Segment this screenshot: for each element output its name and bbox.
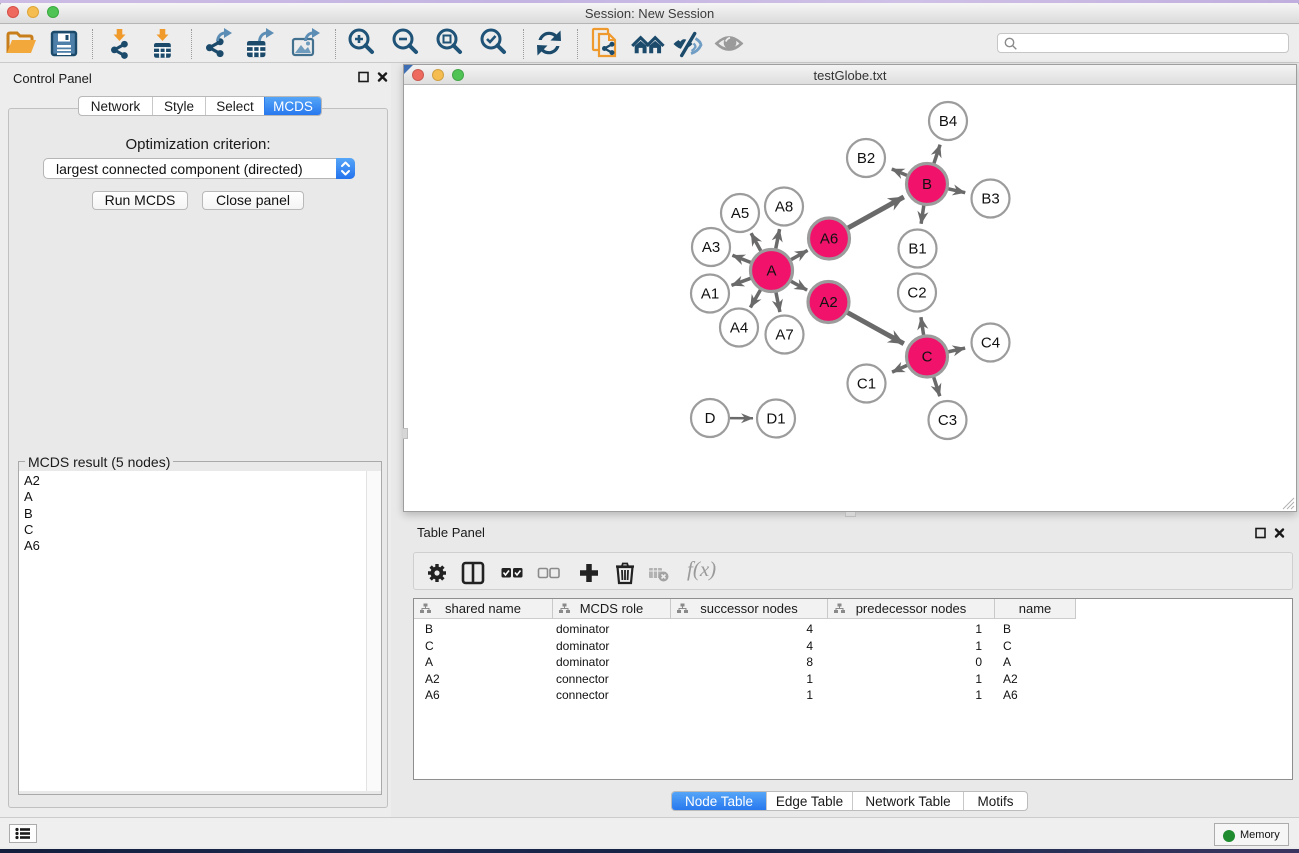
- svg-text:C3: C3: [938, 412, 957, 429]
- svg-text:B: B: [922, 176, 932, 193]
- svg-text:A1: A1: [701, 286, 719, 303]
- svg-text:A7: A7: [775, 327, 793, 344]
- svg-text:B2: B2: [857, 150, 875, 167]
- svg-text:B4: B4: [939, 113, 957, 130]
- svg-text:A5: A5: [731, 205, 749, 222]
- svg-text:D: D: [705, 410, 716, 427]
- svg-text:A3: A3: [702, 239, 720, 256]
- svg-text:B3: B3: [981, 191, 999, 208]
- svg-text:A: A: [766, 263, 776, 280]
- svg-text:B1: B1: [908, 241, 926, 258]
- svg-text:D1: D1: [766, 411, 785, 428]
- svg-text:C2: C2: [907, 285, 926, 302]
- svg-text:A8: A8: [775, 199, 793, 216]
- svg-text:C4: C4: [981, 335, 1000, 352]
- svg-text:A4: A4: [730, 320, 748, 337]
- svg-text:C1: C1: [857, 376, 876, 393]
- svg-text:A6: A6: [820, 231, 838, 248]
- svg-text:A2: A2: [819, 294, 837, 311]
- svg-text:C: C: [922, 349, 933, 366]
